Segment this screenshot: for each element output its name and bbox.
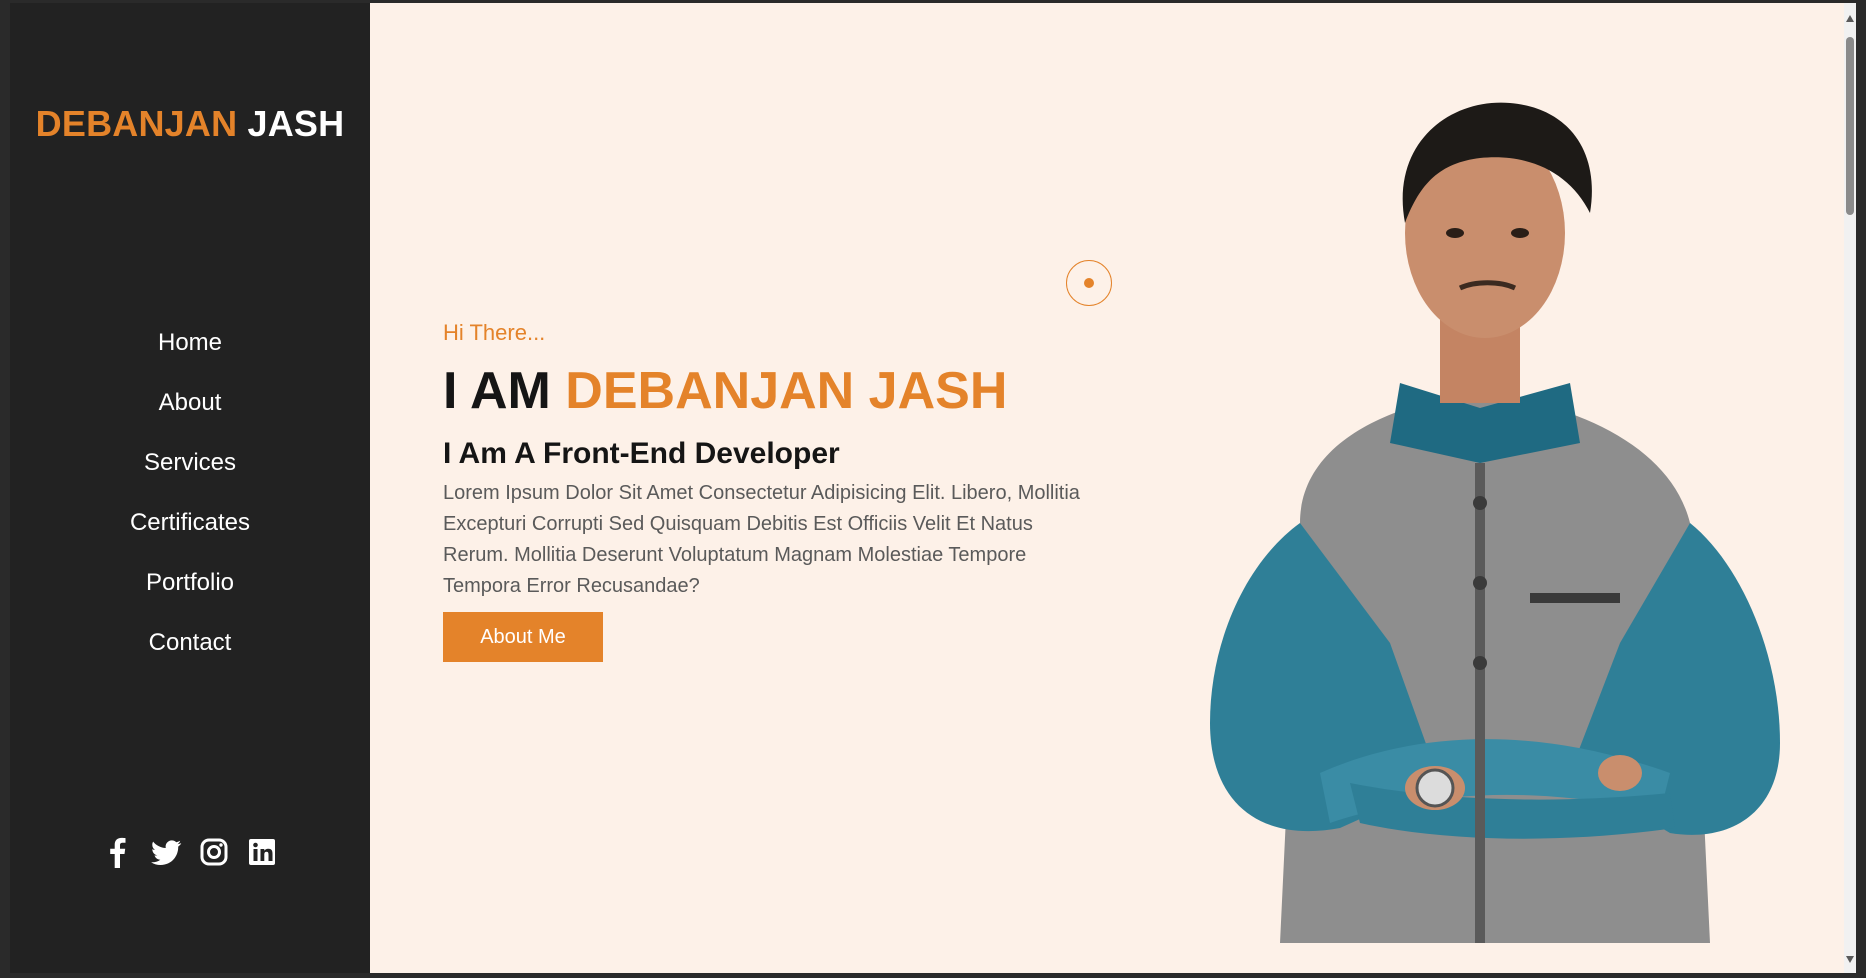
hero-greeting: Hi There...: [443, 320, 546, 345]
instagram-icon[interactable]: [198, 836, 230, 868]
hero-subheading: I Am A Front-End Developer: [443, 437, 840, 470]
decorative-circle-icon: [1066, 260, 1112, 306]
nav-item-home[interactable]: Home: [10, 323, 370, 383]
scroll-down-arrow-icon[interactable]: [1846, 956, 1854, 963]
vertical-scrollbar[interactable]: [1844, 3, 1856, 973]
sidebar: DEBANJAN JASH Home About Services Certif…: [10, 3, 370, 973]
twitter-icon[interactable]: [150, 836, 182, 868]
scroll-thumb[interactable]: [1846, 37, 1854, 215]
headline-prefix: I AM: [443, 362, 551, 420]
nav-item-portfolio[interactable]: Portfolio: [10, 563, 370, 623]
social-links: [10, 836, 370, 868]
nav-item-certificates[interactable]: Certificates: [10, 503, 370, 563]
linkedin-icon[interactable]: [246, 836, 278, 868]
logo-last-name: JASH: [247, 103, 345, 144]
hero-description: Lorem Ipsum Dolor Sit Amet Consectetur A…: [443, 482, 1080, 597]
sidebar-nav: Home About Services Certificates Portfol…: [10, 323, 370, 683]
profile-photo: [1150, 83, 1810, 943]
hero-headline: I AM DEBANJAN JASH: [443, 361, 1007, 421]
nav-item-services[interactable]: Services: [10, 443, 370, 503]
hero-section: Hi There... I AM DEBANJAN JASH I Am A Fr…: [370, 3, 1844, 973]
about-me-button[interactable]: About Me: [443, 612, 603, 662]
facebook-icon[interactable]: [102, 836, 134, 868]
browser-viewport: DEBANJAN JASH Home About Services Certif…: [10, 3, 1856, 973]
nav-item-contact[interactable]: Contact: [10, 623, 370, 683]
site-logo[interactable]: DEBANJAN JASH: [10, 103, 370, 145]
nav-item-about[interactable]: About: [10, 383, 370, 443]
scroll-up-arrow-icon[interactable]: [1846, 15, 1854, 22]
headline-name: DEBANJAN JASH: [565, 362, 1008, 420]
logo-first-name: DEBANJAN: [35, 103, 238, 144]
